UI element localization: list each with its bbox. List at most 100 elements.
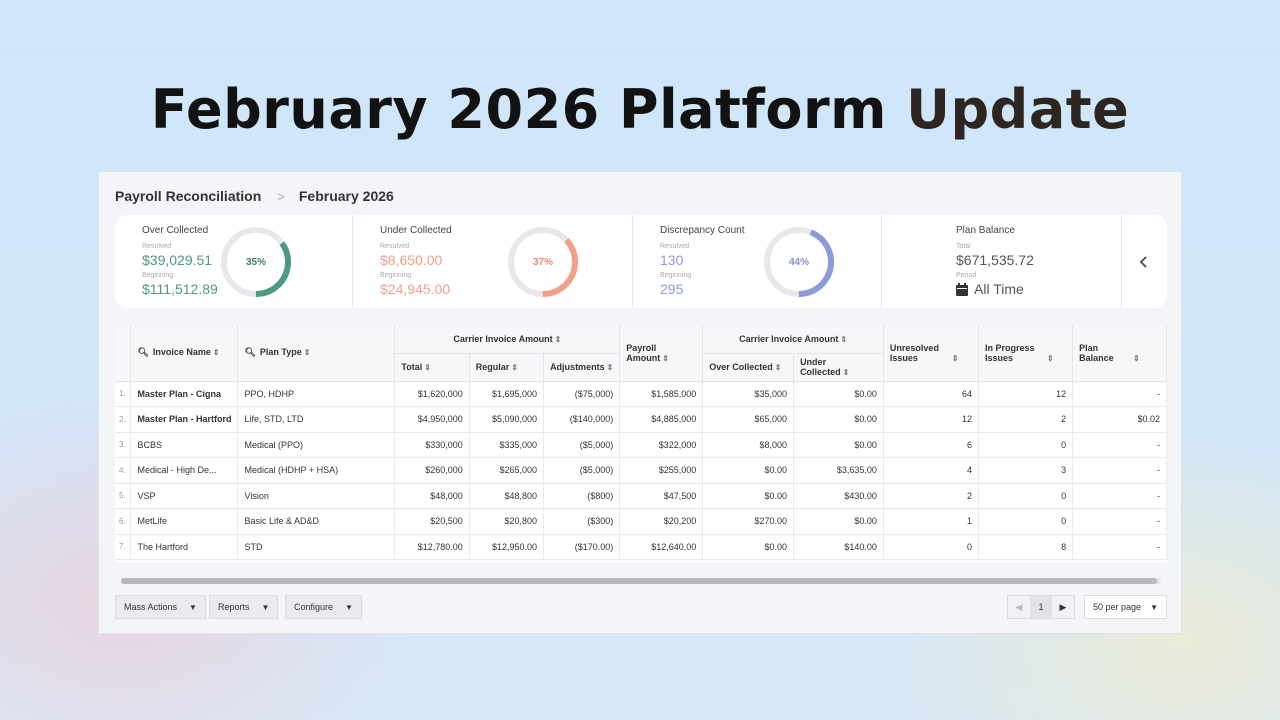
kpi-sub-label: Beginning (380, 272, 412, 279)
header-group-carrier-invoice-2[interactable]: Carrier Invoice Amount ⇕ (702, 325, 884, 354)
cell-unresolved: 0 (883, 534, 980, 560)
row-index: 2. (115, 406, 132, 433)
cell-total: $20,500 (394, 508, 470, 535)
kpi-bar: Over Collected Resolved $39,029.51 Begin… (115, 215, 1167, 308)
sort-icon[interactable]: ⇕ (843, 368, 850, 377)
header-label: Payroll Amount (626, 342, 661, 363)
header-invoice-name[interactable]: 🔍︎ Invoice Name ⇕ (130, 325, 239, 382)
table-row[interactable]: 6. MetLife Basic Life & AD&D $20,500 $20,800… (115, 508, 1167, 535)
cell-regular: $335,000 (469, 432, 545, 458)
calendar-icon (956, 282, 968, 296)
mass-actions-button[interactable]: Mass Actions ▼ (115, 595, 206, 619)
cell-invoice-name[interactable]: BCBS (130, 432, 239, 458)
cell-plan-type: STD (237, 534, 396, 560)
sort-icon[interactable]: ⇕ (1047, 354, 1054, 363)
table-row[interactable]: 5. VSP Vision $48,000 $48,800 ($800) $47,500 $0… (115, 483, 1167, 509)
table-row[interactable]: 4. Medical - High De... Medical (HDHP + HS… (115, 457, 1167, 484)
cell-plan-type: Medical (PPO) (237, 432, 396, 458)
header-payroll-amount[interactable]: Payroll Amount ⇕ (619, 325, 704, 382)
search-icon[interactable]: 🔍︎ (137, 347, 148, 357)
cell-under-collected: $0.00 (793, 381, 884, 407)
kpi-sub-label: Resolved (142, 243, 172, 250)
cell-in-progress: 12 (978, 381, 1074, 407)
cell-under-collected: $0.00 (793, 406, 884, 433)
cell-regular: $12,950.00 (469, 534, 545, 560)
cell-under-collected: $140.00 (793, 534, 884, 560)
row-index: 1. (115, 381, 132, 407)
cell-invoice-name[interactable]: Master Plan - Cigna (130, 381, 239, 407)
cell-payroll-amount: $322,000 (619, 432, 704, 458)
table-row[interactable]: 1. Master Plan - Cigna PPO, HDHP $1,620,000… (115, 381, 1167, 407)
search-icon[interactable]: 🔍︎ (244, 347, 255, 357)
header-adjustments[interactable]: Adjustments ⇕ (543, 353, 621, 382)
breadcrumb-current: February 2026 (298, 188, 394, 204)
kpi-sub-label: Resolved (380, 243, 410, 250)
cell-in-progress: 8 (978, 534, 1074, 560)
table-row[interactable]: 2. Master Plan - Hartford Life, STD, LTD $4… (115, 406, 1167, 433)
per-page-value: 50 per page (1093, 602, 1142, 612)
cell-payroll-amount: $20,200 (619, 508, 704, 535)
pagination: ◀ 1 ▶ (1007, 595, 1075, 619)
donut-percent: 44% (788, 256, 809, 268)
cell-plan-type: Basic Life & AD&D (237, 508, 396, 535)
header-over-collected[interactable]: Over Collected ⇕ (702, 353, 795, 382)
row-index: 3. (115, 432, 132, 458)
sort-icon[interactable]: ⇕ (304, 348, 311, 357)
sort-icon[interactable]: ⇕ (607, 363, 614, 372)
button-label: Mass Actions (124, 602, 178, 612)
header-plan-type[interactable]: 🔍︎ Plan Type ⇕ (237, 325, 396, 382)
prev-page-button[interactable]: ◀ (1008, 596, 1030, 618)
kpi-sub-label: Resolved (660, 243, 690, 250)
header-under-collected[interactable]: Under Collected ⇕ (793, 353, 884, 382)
cell-invoice-name[interactable]: Master Plan - Hartford (130, 406, 239, 433)
cell-invoice-name[interactable]: The Hartford (130, 534, 239, 560)
next-page-button[interactable]: ▶ (1052, 596, 1074, 618)
reports-button[interactable]: Reports ▼ (209, 595, 279, 619)
donut-percent: 37% (532, 256, 553, 268)
scrollbar-thumb[interactable] (121, 578, 1157, 584)
header-total[interactable]: Total ⇕ (394, 353, 470, 382)
page-number[interactable]: 1 (1030, 596, 1052, 618)
sort-icon[interactable]: ⇕ (1133, 354, 1140, 363)
caret-down-icon: ▼ (261, 602, 270, 612)
per-page-select[interactable]: 50 per page ▼ (1084, 595, 1167, 619)
cell-plan-type: Vision (237, 483, 396, 509)
chevron-left-icon[interactable] (1138, 255, 1148, 269)
sort-icon[interactable]: ⇕ (952, 354, 959, 363)
header-unresolved[interactable]: Unresolved Issues ⇕ (883, 325, 980, 382)
cell-payroll-amount: $4,885,000 (619, 406, 704, 433)
sort-icon[interactable]: ⇕ (775, 363, 782, 372)
sort-icon[interactable]: ⇕ (424, 363, 431, 372)
header-in-progress[interactable]: In Progress Issues ⇕ (978, 325, 1074, 382)
donut-chart: 35% (220, 226, 292, 298)
cell-invoice-name[interactable]: Medical - High De... (130, 457, 239, 484)
breadcrumb-root[interactable]: Payroll Reconciliation (115, 188, 261, 204)
cell-over-collected: $270.00 (702, 508, 795, 535)
sort-icon[interactable]: ⇕ (555, 335, 562, 344)
header-label: Adjustments (550, 362, 605, 372)
kpi-under-collected: Under Collected Resolved $8,650.00 Begin… (353, 215, 633, 308)
sort-icon[interactable]: ⇕ (662, 354, 669, 363)
cell-over-collected: $8,000 (702, 432, 795, 458)
cell-adjustments: ($300) (543, 508, 621, 535)
header-group-carrier-invoice[interactable]: Carrier Invoice Amount ⇕ (394, 325, 621, 354)
kpi-period[interactable]: All Time (956, 281, 1024, 297)
header-label: Plan Balance (1079, 342, 1114, 363)
header-regular[interactable]: Regular ⇕ (469, 353, 545, 382)
sort-icon[interactable]: ⇕ (511, 363, 518, 372)
page-title: February 2026 Platform Update (0, 78, 1280, 141)
sort-icon[interactable]: ⇕ (840, 335, 847, 344)
cell-invoice-name[interactable]: MetLife (130, 508, 239, 535)
table-row[interactable]: 7. The Hartford STD $12,780.00 $12,950.00 ($1… (115, 534, 1167, 560)
sort-icon[interactable]: ⇕ (213, 348, 220, 357)
cell-under-collected: $0.00 (793, 508, 884, 535)
configure-button[interactable]: Configure ▼ (285, 595, 362, 619)
header-label: Under Collected (800, 357, 841, 377)
header-plan-balance[interactable]: Plan Balance ⇕ (1072, 325, 1167, 382)
table-row[interactable]: 3. BCBS Medical (PPO) $330,000 $335,000 ($5,0… (115, 432, 1167, 458)
caret-down-icon: ▼ (189, 602, 197, 612)
cell-adjustments: ($5,000) (543, 432, 621, 458)
cell-invoice-name[interactable]: VSP (130, 483, 239, 509)
cell-plan-balance: - (1072, 381, 1167, 407)
horizontal-scrollbar[interactable] (121, 578, 1161, 584)
